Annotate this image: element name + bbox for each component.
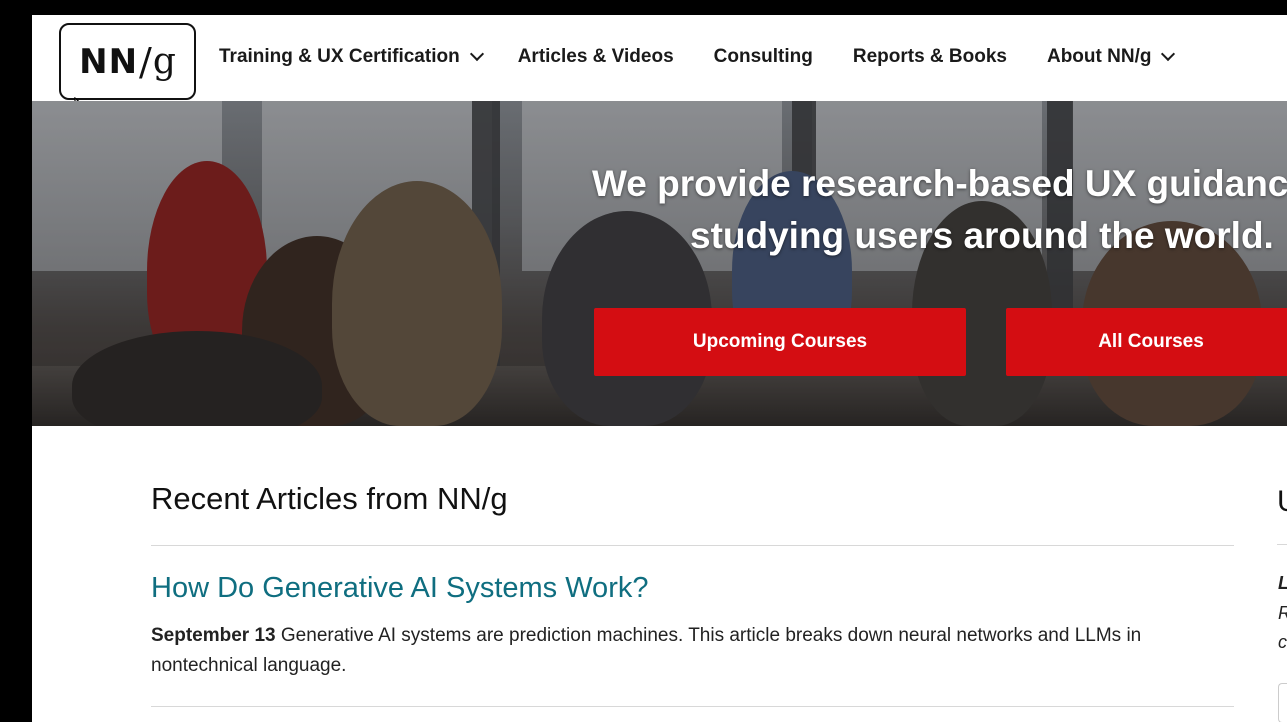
nav-training-label: Training & UX Certification (219, 46, 460, 67)
main-nav: Training & UX Certification Articles & V… (219, 43, 1176, 71)
sidebar-text-fragment: L (1278, 573, 1287, 594)
article-date: September 13 (151, 625, 276, 646)
nav-reports-label: Reports & Books (852, 46, 1007, 67)
hero-banner: We provide research-based UX guidanc stu… (32, 101, 1287, 426)
article-divider (151, 706, 1234, 707)
sidebar-divider (1277, 544, 1287, 545)
sidebar-text-fragment: c (1278, 632, 1287, 652)
nav-reports-books[interactable]: Reports & Books (853, 46, 1007, 68)
all-courses-button[interactable]: All Courses (1006, 308, 1287, 376)
logo-g: g (152, 41, 176, 82)
article-summary: September 13 Generative AI systems are p… (151, 621, 1241, 681)
hero-overlay (32, 101, 1287, 426)
sidebar-heading-fragment: U (1277, 485, 1287, 519)
hero-title-line2: studying users around the world. (690, 215, 1274, 256)
hero-title-line1: We provide research-based UX guidanc (592, 163, 1287, 204)
nav-articles-label: Articles & Videos (517, 46, 674, 67)
chevron-down-icon (469, 46, 484, 62)
nav-training[interactable]: Training & UX Certification (219, 46, 484, 68)
hero-title: We provide research-based UX guidanc stu… (592, 158, 1287, 262)
nav-articles-videos[interactable]: Articles & Videos (518, 46, 674, 68)
logo-nn: NN (79, 41, 139, 82)
nav-consulting-label: Consulting (713, 46, 813, 67)
nav-about[interactable]: About NN/g (1046, 46, 1176, 68)
article-title-link[interactable]: How Do Generative AI Systems Work? (151, 572, 648, 605)
nav-consulting[interactable]: Consulting (714, 46, 813, 68)
nng-logo[interactable]: NN / g (59, 23, 196, 100)
recent-articles-heading: Recent Articles from NN/g (151, 481, 508, 516)
sidebar-card-edge (1278, 683, 1287, 722)
logo-slash: / (139, 39, 152, 84)
screen-border-left (0, 0, 32, 722)
nav-about-label: About NN/g (1046, 46, 1152, 67)
browser-viewport: NN / g Training & UX Certification Artic… (32, 15, 1287, 722)
section-divider (151, 545, 1234, 546)
site-header: NN / g Training & UX Certification Artic… (32, 15, 1287, 117)
article-summary-text: Generative AI systems are prediction mac… (151, 625, 1142, 676)
chevron-down-icon (1161, 46, 1176, 62)
upcoming-courses-button[interactable]: Upcoming Courses (594, 308, 966, 376)
screen-border-top (0, 0, 1287, 15)
sidebar-text-fragment: R (1278, 603, 1287, 624)
